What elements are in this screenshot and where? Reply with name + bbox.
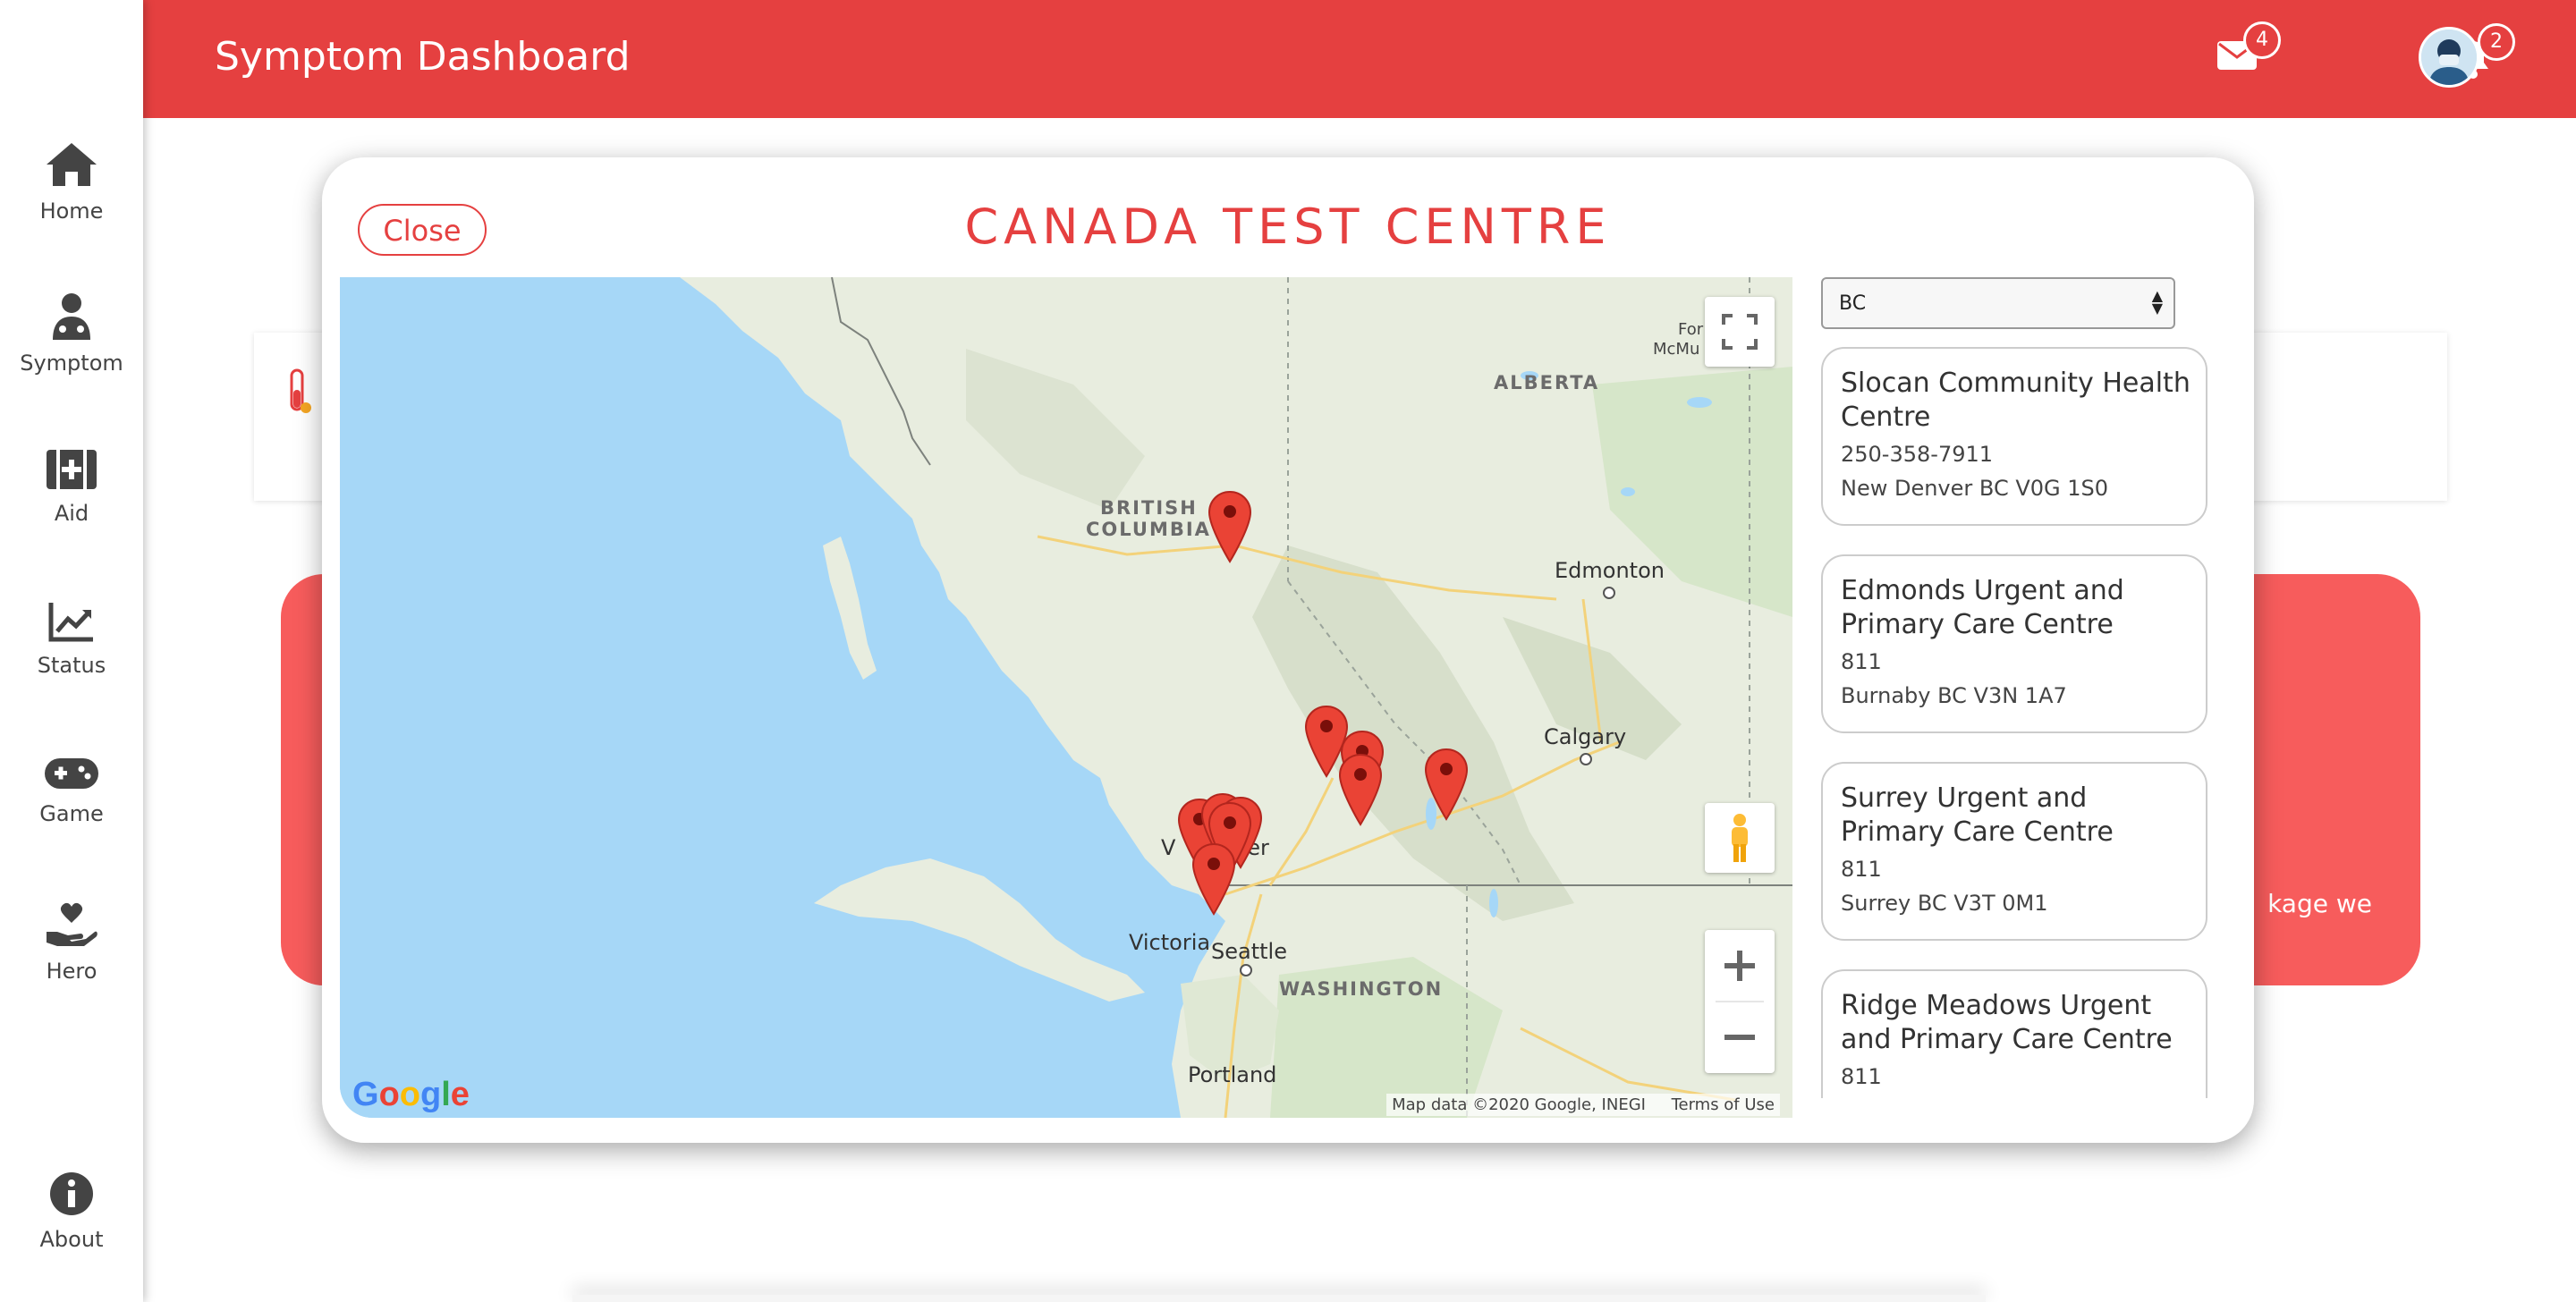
map-label-vancouver-start: V — [1161, 835, 1176, 860]
map-pin[interactable] — [1338, 753, 1383, 826]
centre-card[interactable]: Ridge Meadows Urgent and Primary Care Ce… — [1821, 969, 2207, 1098]
centre-name: Surrey Urgent and Primary Care Centre — [1841, 782, 2114, 848]
map-label-calgary: Calgary — [1544, 724, 1627, 749]
centre-phone: 811 — [1841, 649, 1882, 674]
mail-button[interactable]: 4 — [2216, 21, 2281, 75]
sidebar-item-label: Hero — [46, 959, 97, 984]
zoom-out-button[interactable] — [1705, 1002, 1775, 1073]
map-label-fort-mcmurray-1: For — [1678, 320, 1704, 339]
background-bottom-bar — [572, 1295, 1986, 1302]
map-terrain — [340, 277, 1792, 1118]
map-label-seattle: Seattle — [1211, 939, 1287, 964]
map-label-bc-1: BRITISH — [1100, 497, 1198, 519]
sidebar-item-label: Status — [37, 653, 106, 678]
modal-title: CANADA TEST CENTRE — [964, 199, 1612, 255]
sidebar-item-hero[interactable]: Hero — [0, 901, 143, 984]
chart-line-icon — [48, 603, 93, 642]
zoom-in-button[interactable] — [1705, 930, 1775, 1002]
centre-name: Edmonds Urgent and Primary Care Centre — [1841, 575, 2124, 640]
avatar-image — [2421, 30, 2477, 85]
map-label-edmonton: Edmonton — [1555, 558, 1665, 583]
centre-address: New Denver BC V0G 1S0 — [1841, 476, 2109, 501]
map-pin[interactable] — [1191, 842, 1236, 916]
map-label-fort-mcmurray-2: McMu — [1653, 340, 1700, 359]
map-pin[interactable] — [1424, 748, 1469, 821]
sidebar-item-aid[interactable]: Aid — [0, 449, 143, 526]
info-icon — [50, 1172, 93, 1215]
map-attribution: Map data ©2020 Google, INEGI Terms of Us… — [1386, 1094, 1780, 1116]
map-data-text: Map data ©2020 Google, INEGI — [1392, 1095, 1646, 1114]
sidebar-item-label: About — [39, 1227, 104, 1252]
sidebar-item-symptom[interactable]: Symptom — [0, 292, 143, 376]
province-select[interactable]: BC ▲ ▼ — [1821, 277, 2175, 329]
home-icon — [47, 143, 97, 186]
sidebar-item-status[interactable]: Status — [0, 601, 143, 678]
first-aid-icon — [47, 450, 97, 489]
select-arrows-icon: ▲ ▼ — [2151, 287, 2163, 317]
map-fullscreen-button[interactable] — [1705, 297, 1775, 367]
map-label-washington: WASHINGTON — [1279, 978, 1444, 1000]
test-tube-icon — [290, 368, 311, 413]
city-marker-seattle — [1240, 964, 1252, 976]
map-pin[interactable] — [1208, 490, 1252, 563]
centre-list[interactable]: Slocan Community Health Centre 250-358-7… — [1821, 347, 2215, 1098]
notification-count-badge: 2 — [2478, 23, 2515, 61]
test-centre-modal: Close CANADA TEST CENTRE ALBERTA BRITISH… — [322, 157, 2254, 1143]
mail-count-badge: 4 — [2243, 21, 2281, 59]
test-centre-map[interactable]: ALBERTA BRITISH COLUMBIA WASHINGTON Edmo… — [340, 277, 1792, 1118]
centre-name: Ridge Meadows Urgent and Primary Care Ce… — [1841, 990, 2173, 1055]
map-label-alberta: ALBERTA — [1494, 372, 1600, 393]
centre-phone: 811 — [1841, 1064, 1882, 1089]
city-marker-calgary — [1580, 753, 1592, 765]
centre-name: Slocan Community Health Centre — [1841, 368, 2190, 433]
hand-heart-icon — [47, 902, 97, 946]
page-title: Symptom Dashboard — [215, 34, 631, 80]
top-header: Symptom Dashboard 4 2 — [143, 0, 2576, 118]
sidebar: Home Symptom Aid Status Game Hero About — [0, 0, 143, 1302]
fullscreen-icon — [1722, 314, 1758, 350]
centre-phone: 250-358-7911 — [1841, 442, 1994, 467]
user-avatar[interactable] — [2419, 27, 2479, 88]
google-logo: Google — [352, 1076, 470, 1113]
sidebar-item-label: Game — [39, 801, 104, 826]
background-panel-text: kage we — [2267, 889, 2372, 918]
gamepad-icon — [45, 758, 98, 789]
sidebar-item-game[interactable]: Game — [0, 757, 143, 826]
city-marker-edmonton — [1603, 587, 1615, 599]
plus-icon — [1724, 951, 1755, 981]
centre-card[interactable]: Surrey Urgent and Primary Care Centre 81… — [1821, 762, 2207, 941]
map-label-bc-2: COLUMBIA — [1086, 519, 1211, 540]
minus-icon — [1724, 1035, 1755, 1040]
map-street-view-button[interactable] — [1705, 803, 1775, 873]
province-select-value: BC — [1839, 292, 1867, 315]
centre-card[interactable]: Edmonds Urgent and Primary Care Centre 8… — [1821, 554, 2207, 733]
centre-address: Burnaby BC V3N 1A7 — [1841, 683, 2067, 708]
doctor-icon — [53, 293, 90, 340]
sidebar-item-label: Home — [39, 199, 104, 224]
map-label-portland: Portland — [1188, 1062, 1277, 1087]
centre-card[interactable]: Slocan Community Health Centre 250-358-7… — [1821, 347, 2207, 526]
sidebar-item-label: Aid — [54, 501, 89, 526]
sidebar-item-about[interactable]: About — [0, 1171, 143, 1252]
terms-of-use-link[interactable]: Terms of Use — [1672, 1095, 1775, 1114]
centre-phone: 811 — [1841, 857, 1882, 882]
centre-address: Surrey BC V3T 0M1 — [1841, 891, 2048, 916]
sidebar-item-label: Symptom — [20, 351, 123, 376]
map-label-victoria: Victoria — [1129, 930, 1211, 955]
sidebar-item-home[interactable]: Home — [0, 141, 143, 224]
pegman-icon — [1732, 814, 1748, 862]
map-zoom-controls — [1705, 930, 1775, 1073]
